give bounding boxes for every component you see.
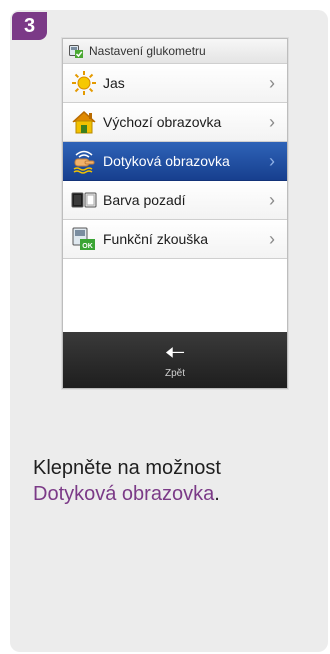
- function-test-icon: OK: [71, 226, 97, 252]
- step-badge: 3: [12, 12, 47, 40]
- chevron-right-icon: ›: [269, 228, 275, 249]
- meter-settings-icon: [69, 44, 83, 58]
- menu-item-label: Funkční zkouška: [103, 231, 209, 247]
- touchscreen-icon: [71, 148, 97, 174]
- instruction-prefix: Klepněte na možnost: [33, 457, 221, 479]
- instruction-text: Klepněte na možnost Dotyková obrazovka.: [33, 455, 221, 507]
- back-label: Zpět: [164, 367, 185, 379]
- chevron-right-icon: ›: [269, 150, 275, 171]
- menu-item-label: Dotyková obrazovka: [103, 153, 230, 169]
- device-header: Nastavení glukometru: [63, 39, 287, 64]
- menu-item-default-screen[interactable]: Výchozí obrazovka ›: [63, 103, 287, 142]
- menu-item-label: Jas: [103, 75, 125, 91]
- chevron-right-icon: ›: [269, 189, 275, 210]
- menu-item-background-color[interactable]: Barva pozadí ›: [63, 181, 287, 220]
- settings-menu: Jas › Výchozí obrazovka › Dotyková obraz…: [63, 64, 287, 259]
- device-screen: Nastavení glukometru Jas › Výchozí obraz…: [62, 38, 288, 389]
- instruction-suffix: .: [214, 483, 220, 505]
- menu-item-label: Barva pozadí: [103, 192, 186, 208]
- menu-item-function-test[interactable]: OK Funkční zkouška ›: [63, 220, 287, 259]
- background-color-icon: [71, 187, 97, 213]
- home-icon: [71, 109, 97, 135]
- sun-icon: [71, 70, 97, 96]
- menu-item-touchscreen[interactable]: Dotyková obrazovka ›: [63, 142, 287, 181]
- svg-text:OK: OK: [82, 243, 93, 250]
- menu-item-label: Výchozí obrazovka: [103, 114, 222, 130]
- chevron-right-icon: ›: [269, 72, 275, 93]
- chevron-right-icon: ›: [269, 111, 275, 132]
- instruction-highlight: Dotyková obrazovka: [33, 483, 215, 505]
- menu-item-brightness[interactable]: Jas ›: [63, 64, 287, 103]
- back-button[interactable]: 🠠 Zpět: [63, 332, 287, 388]
- back-arrow-icon: 🠠: [164, 339, 186, 367]
- header-title: Nastavení glukometru: [89, 44, 206, 58]
